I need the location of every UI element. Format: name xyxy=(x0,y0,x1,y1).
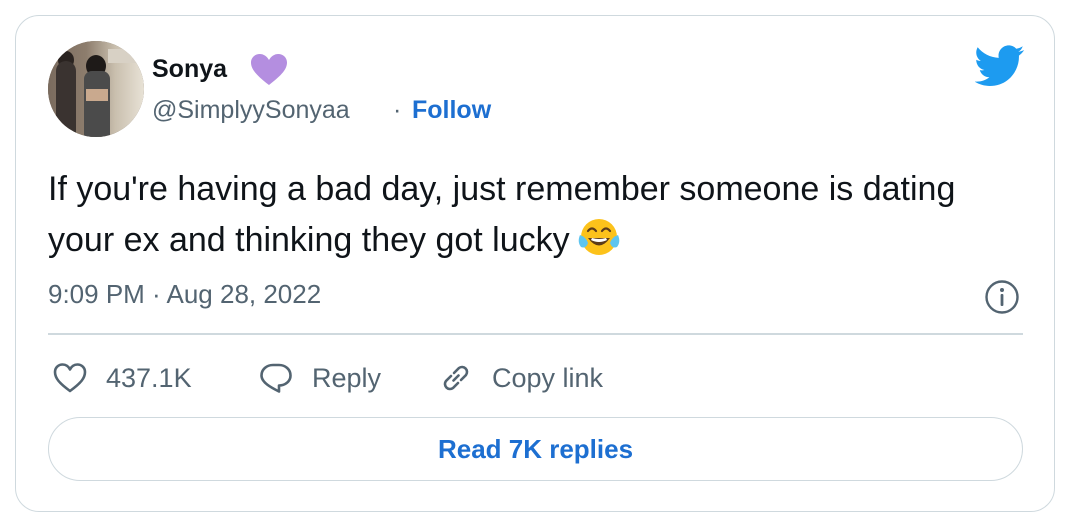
reply-label: Reply xyxy=(312,362,382,393)
follow-button[interactable]: Follow xyxy=(412,94,491,126)
tweet-text: If you're having a bad day, just remembe… xyxy=(48,166,1008,264)
tweet-text-body: If you're having a bad day, just remembe… xyxy=(48,170,956,259)
handle-separator: · xyxy=(393,96,402,124)
link-icon xyxy=(443,365,469,391)
avatar[interactable] xyxy=(48,41,144,137)
info-icon[interactable] xyxy=(984,279,1020,315)
author-handle[interactable]: @SimplyySonyaa xyxy=(152,94,350,126)
laughing-tears-emoji-icon xyxy=(578,219,619,255)
divider xyxy=(48,333,1023,335)
read-replies-button[interactable]: Read 7K replies xyxy=(48,417,1023,481)
read-replies-label: Read 7K replies xyxy=(437,433,634,464)
like-button[interactable]: 437.1K xyxy=(52,358,192,398)
tweet-timestamp[interactable]: 9:09 PM · Aug 28, 2022 xyxy=(48,278,321,310)
author-name[interactable]: Sonya xyxy=(152,54,227,84)
twitter-bird-icon[interactable] xyxy=(975,45,1025,87)
reply-button[interactable]: Reply xyxy=(258,358,381,398)
copy-link-label: Copy link xyxy=(492,362,604,393)
purple-heart-icon xyxy=(251,54,287,85)
like-count: 437.1K xyxy=(106,362,192,393)
speech-bubble-icon xyxy=(260,363,292,393)
copy-link-button[interactable]: Copy link xyxy=(438,358,603,398)
heart-icon xyxy=(53,363,87,393)
